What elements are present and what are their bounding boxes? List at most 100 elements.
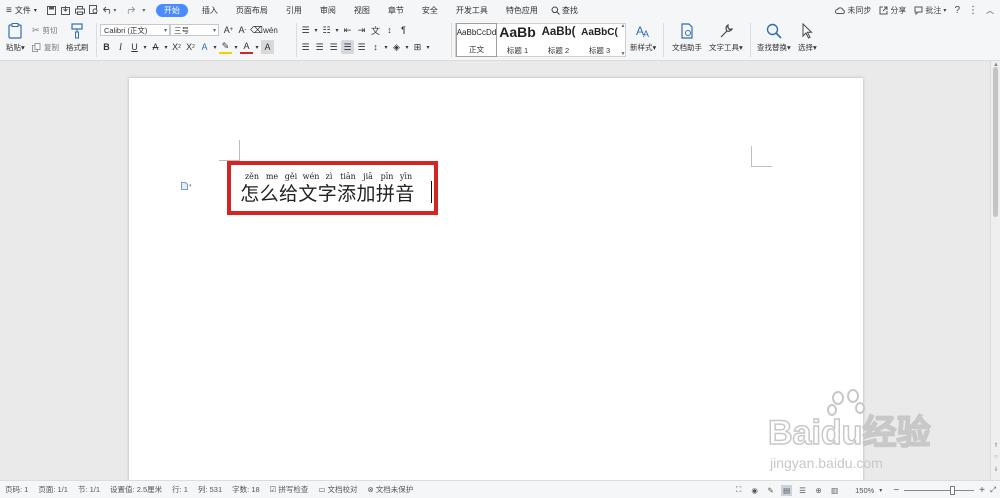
search-button[interactable]: 查找 bbox=[549, 0, 580, 20]
collapse-ribbon-button[interactable]: ︿ bbox=[986, 5, 994, 16]
next-page-icon[interactable]: ⇓ bbox=[991, 465, 1000, 473]
save-icon[interactable] bbox=[45, 0, 59, 20]
new-style-button[interactable]: AA 新样式▾ bbox=[630, 23, 656, 53]
style-heading-3[interactable]: AaBbC( 标题 3 bbox=[579, 23, 620, 57]
zoom-in-icon[interactable]: + bbox=[979, 485, 985, 496]
style-gallery-scroll[interactable]: ▲ ▼ bbox=[620, 23, 626, 57]
char-shading-icon[interactable]: A bbox=[261, 40, 274, 54]
align-right-icon[interactable]: ☰ bbox=[327, 40, 340, 54]
tab-references[interactable]: 引用 bbox=[277, 0, 311, 20]
reading-view-icon[interactable]: ▥ bbox=[829, 485, 840, 496]
undo-icon[interactable]: ▾ bbox=[101, 0, 119, 20]
chevron-down-icon[interactable]: ▾ bbox=[404, 40, 410, 54]
format-painter-button[interactable]: 格式刷 bbox=[66, 23, 89, 53]
bullet-list-icon[interactable]: ☰ bbox=[299, 23, 312, 37]
help-button[interactable]: ? bbox=[954, 5, 960, 16]
font-size-select[interactable]: 三号 ▾ bbox=[170, 24, 219, 36]
sync-button[interactable]: 未同步 bbox=[835, 5, 871, 16]
increase-indent-icon[interactable]: ⇥ bbox=[355, 23, 368, 37]
align-left-icon[interactable]: ☰ bbox=[299, 40, 312, 54]
shrink-font-icon[interactable]: A- bbox=[236, 23, 249, 37]
spell-check-button[interactable]: ☑ 拼写检查 bbox=[265, 484, 314, 495]
outline-view-icon[interactable]: ☰ bbox=[797, 485, 808, 496]
style-normal[interactable]: AaBbCcDd 正文 bbox=[456, 23, 497, 57]
share-button[interactable]: 分享 bbox=[879, 5, 906, 16]
chevron-down-icon[interactable]: ▾ bbox=[212, 40, 218, 54]
chevron-down-icon[interactable]: ▾ bbox=[334, 23, 340, 37]
distributed-icon[interactable]: ☰ bbox=[355, 40, 368, 54]
chevron-down-icon[interactable]: ▾ bbox=[425, 40, 431, 54]
paste-button[interactable]: 粘贴▾ bbox=[6, 23, 25, 53]
underline-icon[interactable]: U bbox=[128, 40, 141, 54]
tab-developer[interactable]: 开发工具 bbox=[447, 0, 497, 20]
shading-icon[interactable]: ◈ bbox=[390, 40, 403, 54]
status-pages[interactable]: 页面: 1/1 bbox=[33, 484, 73, 495]
protect-eye-icon[interactable]: ◉ bbox=[749, 485, 760, 496]
chevron-down-icon[interactable]: ▾ bbox=[254, 40, 260, 54]
tab-page-layout[interactable]: 页面布局 bbox=[227, 0, 277, 20]
paragraph-handle[interactable]: ▾ bbox=[181, 182, 192, 190]
grow-font-icon[interactable]: A + bbox=[222, 23, 235, 37]
bold-icon[interactable]: B bbox=[100, 40, 113, 54]
chevron-down-icon[interactable]: ▾ bbox=[163, 40, 169, 54]
chevron-down-icon[interactable]: ▾ bbox=[233, 40, 239, 54]
clear-format-icon[interactable]: ⌫ bbox=[250, 23, 263, 37]
print-icon[interactable] bbox=[73, 0, 87, 20]
customize-icon[interactable]: ▾ bbox=[137, 0, 151, 20]
decrease-indent-icon[interactable]: ⇤ bbox=[341, 23, 354, 37]
tab-review[interactable]: 审阅 bbox=[311, 0, 345, 20]
select-button[interactable]: 选择▾ bbox=[798, 23, 817, 53]
export-icon[interactable] bbox=[59, 0, 73, 20]
font-color-icon[interactable]: A bbox=[240, 40, 253, 54]
font-name-select[interactable]: Calibri (正文) ▾ bbox=[100, 24, 170, 36]
page-view-icon[interactable]: ▤ bbox=[781, 484, 793, 496]
tab-view[interactable]: 视图 bbox=[345, 0, 379, 20]
status-page-number[interactable]: 页码: 1 bbox=[0, 484, 33, 495]
zoom-slider[interactable] bbox=[904, 485, 975, 496]
tab-home[interactable]: 开始 bbox=[155, 3, 188, 17]
strikethrough-icon[interactable]: A bbox=[149, 40, 162, 54]
fullscreen-icon[interactable]: ⛶ bbox=[733, 485, 744, 496]
superscript-icon[interactable]: X2 bbox=[170, 40, 183, 54]
zoom-knob[interactable] bbox=[949, 485, 955, 495]
chevron-down-icon[interactable]: ▾ bbox=[142, 40, 148, 54]
redo-icon[interactable] bbox=[123, 0, 137, 20]
status-setting[interactable]: 设置值: 2.5厘米 bbox=[105, 484, 167, 495]
highlight-color-icon[interactable]: ✎ bbox=[219, 40, 232, 54]
chevron-down-icon[interactable]: ▾ bbox=[383, 40, 389, 54]
tab-section[interactable]: 章节 bbox=[379, 0, 413, 20]
borders-icon[interactable]: ⊞ bbox=[411, 40, 424, 54]
doc-assistant-button[interactable]: 文档助手 bbox=[672, 23, 702, 53]
style-heading-1[interactable]: AaBb 标题 1 bbox=[497, 23, 538, 57]
zoom-level[interactable]: 150% bbox=[855, 486, 874, 495]
tab-insert[interactable]: 插入 bbox=[193, 0, 227, 20]
document-page[interactable]: ▾ zěn me gěi wén zì tiān jiā pīn yīn 怎 么… bbox=[129, 78, 863, 480]
scrollbar-thumb[interactable] bbox=[993, 67, 998, 217]
find-replace-button[interactable]: 查找替换▾ bbox=[757, 23, 791, 53]
numbered-list-icon[interactable]: ☷ bbox=[320, 23, 333, 37]
tab-security[interactable]: 安全 bbox=[413, 0, 447, 20]
align-center-icon[interactable]: ☰ bbox=[313, 40, 326, 54]
vertical-scrollbar[interactable]: ▲ ⇑ ○ ⇓ bbox=[990, 61, 1000, 480]
sort-icon[interactable]: ↕ bbox=[383, 23, 396, 37]
text-tools-button[interactable]: 文字工具▾ bbox=[709, 23, 743, 53]
select-browse-icon[interactable]: ○ bbox=[991, 453, 1000, 461]
web-view-icon[interactable]: ⊕ bbox=[813, 485, 824, 496]
cut-button[interactable]: ✂ 剪切 bbox=[32, 25, 58, 36]
protection-button[interactable]: ⊗ 文档未保护 bbox=[363, 484, 419, 495]
comment-button[interactable]: 批注 ▾ bbox=[914, 5, 946, 16]
file-menu[interactable]: ≡ 文件 ▾ bbox=[0, 0, 39, 20]
tab-features[interactable]: 特色应用 bbox=[497, 0, 547, 20]
show-marks-icon[interactable]: ¶ bbox=[397, 23, 410, 37]
copy-button[interactable]: 复制 bbox=[32, 42, 59, 53]
chinese-layout-icon[interactable]: 文 bbox=[369, 23, 382, 37]
status-word-count[interactable]: 字数: 18 bbox=[227, 484, 265, 495]
phonetic-guide-icon[interactable]: wén bbox=[263, 23, 278, 37]
status-row[interactable]: 行: 1 bbox=[167, 484, 193, 495]
chevron-down-icon[interactable]: ▾ bbox=[313, 23, 319, 37]
print-preview-icon[interactable] bbox=[87, 0, 101, 20]
text-effect-icon[interactable]: A bbox=[198, 40, 211, 54]
fit-page-icon[interactable]: ⤢ bbox=[990, 485, 996, 495]
zoom-out-icon[interactable]: − bbox=[893, 485, 899, 496]
italic-icon[interactable]: I bbox=[114, 40, 127, 54]
